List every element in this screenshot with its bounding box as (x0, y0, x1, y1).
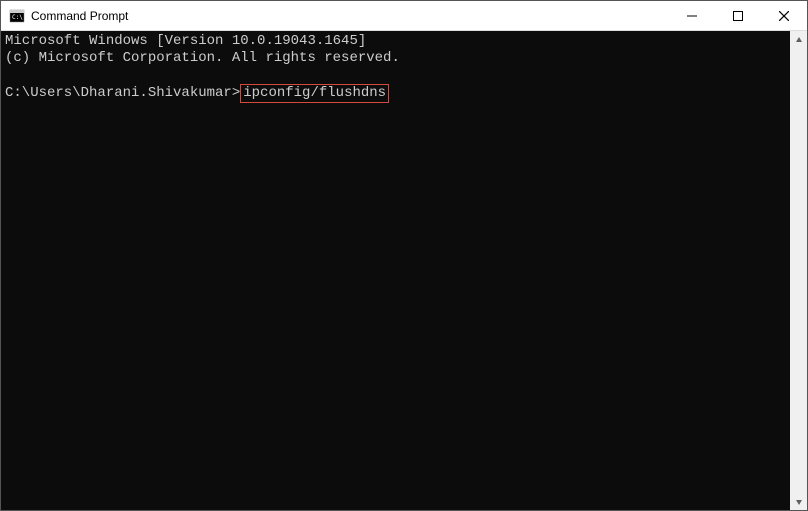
window-controls (669, 1, 807, 30)
window-title: Command Prompt (31, 9, 669, 23)
output-line: (c) Microsoft Corporation. All rights re… (5, 50, 400, 66)
scroll-up-button[interactable] (790, 31, 807, 48)
scroll-down-button[interactable] (790, 493, 807, 510)
svg-text:C:\: C:\ (12, 14, 23, 21)
scroll-track[interactable] (790, 48, 807, 493)
titlebar[interactable]: C:\ Command Prompt (1, 1, 807, 31)
close-button[interactable] (761, 1, 807, 30)
output-line: Microsoft Windows [Version 10.0.19043.16… (5, 33, 366, 49)
typed-command: ipconfig/flushdns (240, 84, 389, 103)
maximize-button[interactable] (715, 1, 761, 30)
command-prompt-window: C:\ Command Prompt Microsoft Windows [Ve… (0, 0, 808, 511)
vertical-scrollbar[interactable] (790, 31, 807, 510)
prompt-path: C:\Users\Dharani.Shivakumar> (5, 85, 240, 101)
content-area: Microsoft Windows [Version 10.0.19043.16… (1, 31, 807, 510)
terminal-output[interactable]: Microsoft Windows [Version 10.0.19043.16… (1, 31, 790, 510)
app-icon: C:\ (9, 8, 25, 24)
minimize-button[interactable] (669, 1, 715, 30)
prompt-line: C:\Users\Dharani.Shivakumar>ipconfig/flu… (5, 85, 389, 101)
